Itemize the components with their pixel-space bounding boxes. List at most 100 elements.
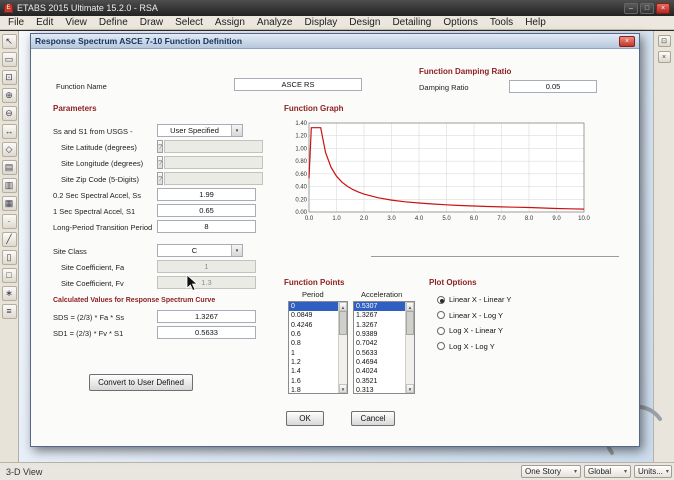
acceleration-list[interactable]: 0.5307 1.3267 1.3267 0.9389 0.7042 0.5633 0.46… <box>353 301 415 394</box>
acceleration-list-item[interactable]: 0.5633 <box>354 348 405 357</box>
chevron-down-icon: ▾ <box>665 469 669 475</box>
menu-item[interactable]: Options <box>437 16 483 30</box>
plot-option-log-x-log-y[interactable]: Log X - Log Y <box>437 339 511 355</box>
period-list-item[interactable]: 1.2 <box>289 358 338 367</box>
param-row-longitude: Site Longitude (degrees) ? <box>53 155 264 171</box>
mouse-cursor <box>186 274 198 292</box>
convert-to-user-defined-button[interactable]: Convert to User Defined <box>89 374 193 391</box>
tl-input[interactable] <box>157 220 256 233</box>
menu-item[interactable]: Detailing <box>386 16 437 30</box>
zoom-out-icon[interactable]: ⊖ <box>1 106 17 121</box>
plot-option-log-x-linear-y[interactable]: Log X - Linear Y <box>437 323 511 339</box>
minimize-icon[interactable]: – <box>624 2 638 14</box>
usgs-dropdown[interactable]: User Specified ▾ <box>157 124 243 137</box>
dock-panel-icon[interactable]: ⊡ <box>657 35 671 47</box>
damping-section-title: Function Damping Ratio <box>419 67 512 76</box>
svg-text:0.20: 0.20 <box>295 197 307 203</box>
period-list-item[interactable]: 0 <box>289 302 338 312</box>
scroll-up-icon[interactable]: ▲ <box>339 302 347 311</box>
period-list-item[interactable]: 0.8 <box>289 339 338 348</box>
plan-view-icon[interactable]: ▤ <box>1 160 17 175</box>
menu-item[interactable]: Tools <box>484 16 519 30</box>
scroll-up-icon[interactable]: ▲ <box>406 302 414 311</box>
damping-ratio-input[interactable] <box>509 80 597 93</box>
longitude-help-icon[interactable]: ? <box>157 156 164 169</box>
function-name-input[interactable] <box>234 78 362 91</box>
acceleration-list-item[interactable]: 0.4694 <box>354 358 405 367</box>
dialog-close-icon[interactable]: × <box>619 35 635 47</box>
scroll-down-icon[interactable]: ▼ <box>339 384 347 393</box>
plot-option-linear-x-log-y[interactable]: Linear X - Log Y <box>437 308 511 324</box>
param-row-usgs: Ss and S1 from USGS - User Specified ▾ <box>53 123 243 139</box>
site-class-dropdown[interactable]: C ▾ <box>157 244 243 257</box>
period-list-item[interactable]: 1.4 <box>289 367 338 376</box>
acceleration-list-item[interactable]: 1.3267 <box>354 321 405 330</box>
period-list-item[interactable]: 1.8 <box>289 386 338 393</box>
zoom-in-icon[interactable]: ⊕ <box>1 88 17 103</box>
ss-input[interactable] <box>157 188 256 201</box>
acceleration-list-scrollbar[interactable]: ▲ ▼ <box>405 302 414 393</box>
draw-frame-icon[interactable]: ╱ <box>1 232 17 247</box>
acceleration-list-item[interactable]: 0.4024 <box>354 367 405 376</box>
story-dropdown[interactable]: One Story ▾ <box>521 465 581 478</box>
menu-item[interactable]: Display <box>299 16 344 30</box>
pan-icon[interactable]: ↔ <box>1 124 17 139</box>
longitude-label: Site Longitude (degrees) <box>61 159 144 168</box>
acceleration-list-item[interactable]: 1.3267 <box>354 311 405 320</box>
acceleration-list-item[interactable]: 0.7042 <box>354 339 405 348</box>
ok-button[interactable]: OK <box>286 411 324 426</box>
draw-wall-icon[interactable]: ▯ <box>1 250 17 265</box>
menu-item[interactable]: Analyze <box>251 16 299 30</box>
acceleration-list-item[interactable]: 0.313 <box>354 386 405 393</box>
period-list-item[interactable]: 1.6 <box>289 376 338 385</box>
zoom-window-icon[interactable]: ⊡ <box>1 70 17 85</box>
measure-icon[interactable]: ≡ <box>1 304 17 319</box>
period-list-scrollbar[interactable]: ▲ ▼ <box>338 302 347 393</box>
maximize-icon[interactable]: □ <box>640 2 654 14</box>
scrollbar-thumb[interactable] <box>406 311 414 335</box>
param-row-zipcode: Site Zip Code (5-Digits) ? <box>53 171 264 187</box>
three-d-view-icon[interactable]: ◇ <box>1 142 17 157</box>
radio-selected-icon <box>437 295 445 304</box>
menu-item[interactable]: Design <box>343 16 386 30</box>
latitude-help-icon[interactable]: ? <box>157 140 164 153</box>
snap-icon[interactable]: ∗ <box>1 286 17 301</box>
reshape-object-icon[interactable]: ▭ <box>1 52 17 67</box>
radio-icon <box>437 342 445 351</box>
plot-option-linear-x-linear-y[interactable]: Linear X - Linear Y <box>437 292 511 308</box>
acceleration-list-item[interactable]: 0.3521 <box>354 376 405 385</box>
latitude-label: Site Latitude (degrees) <box>61 143 137 152</box>
zipcode-help-icon[interactable]: ? <box>157 172 164 185</box>
coordinate-system-dropdown[interactable]: Global ▾ <box>584 465 631 478</box>
scroll-down-icon[interactable]: ▼ <box>406 384 414 393</box>
menu-item[interactable]: Define <box>93 16 134 30</box>
elevation-view-icon[interactable]: ▥ <box>1 178 17 193</box>
plot-options-group: Linear X - Linear Y Linear X - Log Y Log… <box>437 292 511 354</box>
s1-input[interactable] <box>157 204 256 217</box>
period-list[interactable]: 0 0.0849 0.4246 0.6 0.8 1 1.2 1.4 1.6 1.8 ▲ ▼ <box>288 301 348 394</box>
close-icon[interactable]: × <box>656 2 670 14</box>
acceleration-list-item[interactable]: 0.5307 <box>354 302 405 312</box>
panel-close-icon[interactable]: × <box>657 51 671 63</box>
period-list-item[interactable]: 0.6 <box>289 330 338 339</box>
menu-item[interactable]: Assign <box>209 16 251 30</box>
grid-icon[interactable]: ▦ <box>1 196 17 211</box>
menu-item[interactable]: File <box>2 16 30 30</box>
period-list-item[interactable]: 0.0849 <box>289 311 338 320</box>
period-list-item[interactable]: 1 <box>289 348 338 357</box>
acceleration-list-item[interactable]: 0.9389 <box>354 330 405 339</box>
menu-item[interactable]: Select <box>169 16 209 30</box>
units-dropdown[interactable]: Units... ▾ <box>634 465 672 478</box>
param-row-ss: 0.2 Sec Spectral Accel, Ss <box>53 187 256 203</box>
zipcode-input <box>164 172 264 185</box>
menu-item[interactable]: View <box>59 16 93 30</box>
menu-item[interactable]: Edit <box>30 16 59 30</box>
draw-area-icon[interactable]: □ <box>1 268 17 283</box>
cancel-button[interactable]: Cancel <box>351 411 395 426</box>
select-pointer-icon[interactable]: ↖ <box>1 34 17 49</box>
menu-item[interactable]: Draw <box>134 16 169 30</box>
menu-item[interactable]: Help <box>519 16 552 30</box>
draw-joint-icon[interactable]: · <box>1 214 17 229</box>
period-list-item[interactable]: 0.4246 <box>289 321 338 330</box>
scrollbar-thumb[interactable] <box>339 311 347 335</box>
